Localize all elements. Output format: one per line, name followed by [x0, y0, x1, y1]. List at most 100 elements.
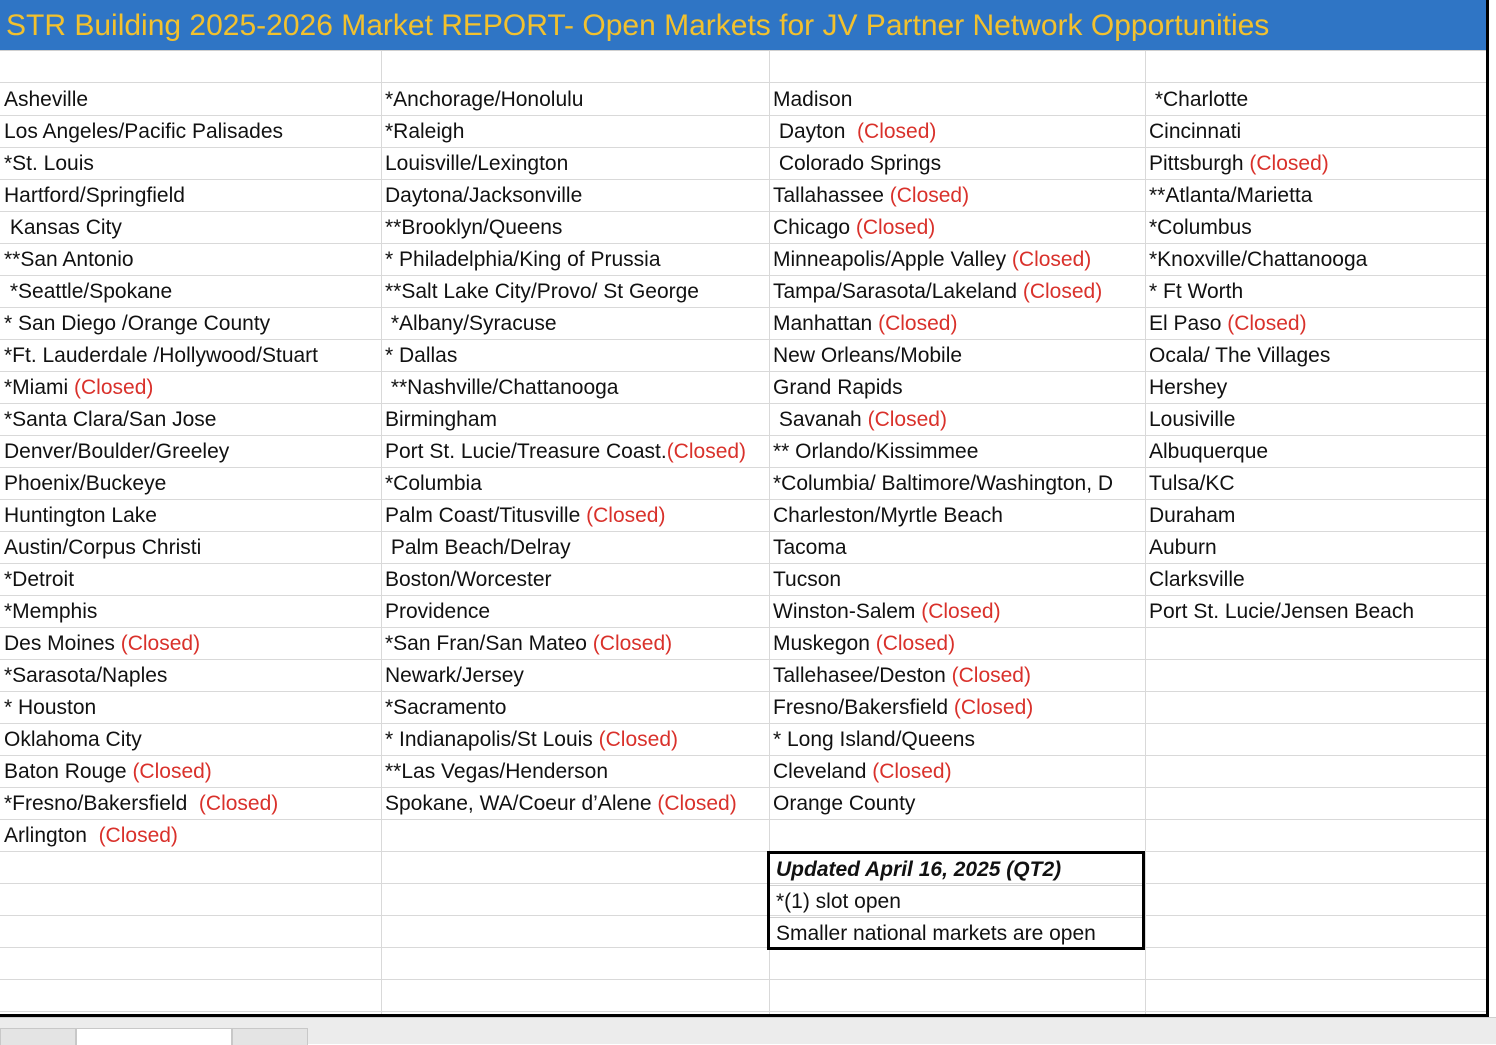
market-cell[interactable]: Boston/Worcester [381, 564, 769, 596]
market-cell[interactable]: *Fresno/Bakersfield (Closed) [0, 788, 381, 820]
market-cell[interactable]: *Columbus [1145, 212, 1486, 244]
market-cell[interactable]: Tucson [769, 564, 1145, 596]
market-cell[interactable]: Ocala/ The Villages [1145, 340, 1486, 372]
market-cell[interactable]: Dayton (Closed) [769, 116, 1145, 148]
market-cell[interactable]: *Raleigh [381, 116, 769, 148]
market-cell[interactable]: Arlington (Closed) [0, 820, 381, 852]
market-cell[interactable]: Baton Rouge (Closed) [0, 756, 381, 788]
market-cell[interactable]: *Sacramento [381, 692, 769, 724]
market-cell[interactable]: * Indianapolis/St Louis (Closed) [381, 724, 769, 756]
market-cell[interactable]: * Long Island/Queens [769, 724, 1145, 756]
grid-line [0, 947, 1486, 948]
market-cell[interactable]: **Las Vegas/Henderson [381, 756, 769, 788]
market-cell[interactable]: Fresno/Bakersfield (Closed) [769, 692, 1145, 724]
market-cell[interactable]: *Knoxville/Chattanooga [1145, 244, 1486, 276]
market-cell[interactable]: Grand Rapids [769, 372, 1145, 404]
sheet-tab[interactable] [0, 1028, 76, 1045]
market-cell[interactable]: **Atlanta/Marietta [1145, 180, 1486, 212]
market-cell[interactable]: Des Moines (Closed) [0, 628, 381, 660]
market-cell[interactable]: Kansas City [0, 212, 381, 244]
market-cell[interactable]: Colorado Springs [769, 148, 1145, 180]
market-cell[interactable]: Charleston/Myrtle Beach [769, 500, 1145, 532]
market-cell[interactable]: Cincinnati [1145, 116, 1486, 148]
market-cell[interactable]: Denver/Boulder/Greeley [0, 436, 381, 468]
market-cell[interactable]: **Salt Lake City/Provo/ St George [381, 276, 769, 308]
market-cell[interactable]: Port St. Lucie/Jensen Beach [1145, 596, 1486, 628]
market-cell[interactable]: Minneapolis/Apple Valley (Closed) [769, 244, 1145, 276]
market-cell[interactable]: * Houston [0, 692, 381, 724]
market-cell[interactable]: *Albany/Syracuse [381, 308, 769, 340]
market-cell[interactable]: **Brooklyn/Queens [381, 212, 769, 244]
market-cell[interactable]: Daytona/Jacksonville [381, 180, 769, 212]
market-name: Albuquerque [1149, 440, 1269, 463]
market-cell[interactable]: Spokane, WA/Coeur d’Alene (Closed) [381, 788, 769, 820]
sheet-tab-active[interactable] [76, 1028, 232, 1045]
updated-date-cell[interactable]: Updated April 16, 2025 (QT2) [770, 854, 1142, 885]
market-cell[interactable]: *Seattle/Spokane [0, 276, 381, 308]
market-cell[interactable]: Hartford/Springfield [0, 180, 381, 212]
market-cell[interactable]: * Philadelphia/King of Prussia [381, 244, 769, 276]
market-cell[interactable]: Asheville [0, 84, 381, 116]
market-cell[interactable]: Chicago (Closed) [769, 212, 1145, 244]
market-cell[interactable]: New Orleans/Mobile [769, 340, 1145, 372]
market-cell[interactable]: *Memphis [0, 596, 381, 628]
market-cell[interactable]: Palm Coast/Titusville (Closed) [381, 500, 769, 532]
market-cell[interactable]: Oklahoma City [0, 724, 381, 756]
market-cell[interactable]: **Nashville/Chattanooga [381, 372, 769, 404]
market-name: Cincinnati [1149, 120, 1242, 143]
spreadsheet-grid[interactable]: Asheville Los Angeles/Pacific Palisades *S… [0, 51, 1486, 1015]
slot-open-cell[interactable]: *(1) slot open [770, 886, 1142, 917]
market-cell[interactable]: Tallahassee (Closed) [769, 180, 1145, 212]
market-cell[interactable]: Pittsburgh (Closed) [1145, 148, 1486, 180]
market-cell[interactable]: Orange County [769, 788, 1145, 820]
market-cell[interactable]: Albuquerque [1145, 436, 1486, 468]
closed-status: (Closed) [855, 216, 936, 239]
market-cell[interactable]: Savanah (Closed) [769, 404, 1145, 436]
market-cell[interactable]: *San Fran/San Mateo (Closed) [381, 628, 769, 660]
market-cell[interactable]: * San Diego /Orange County [0, 308, 381, 340]
market-cell[interactable]: *Miami (Closed) [0, 372, 381, 404]
market-cell[interactable]: *St. Louis [0, 148, 381, 180]
smaller-markets-cell[interactable]: Smaller national markets are open [770, 918, 1142, 949]
market-cell[interactable]: * Dallas [381, 340, 769, 372]
market-cell[interactable]: *Columbia [381, 468, 769, 500]
market-cell[interactable]: Tampa/Sarasota/Lakeland (Closed) [769, 276, 1145, 308]
market-cell[interactable]: Clarksville [1145, 564, 1486, 596]
market-cell[interactable]: Phoenix/Buckeye [0, 468, 381, 500]
market-cell[interactable]: ** Orlando/Kissimmee [769, 436, 1145, 468]
market-cell[interactable]: *Santa Clara/San Jose [0, 404, 381, 436]
market-cell[interactable]: Los Angeles/Pacific Palisades [0, 116, 381, 148]
market-cell[interactable]: Austin/Corpus Christi [0, 532, 381, 564]
market-cell[interactable]: Auburn [1145, 532, 1486, 564]
market-cell[interactable]: Huntington Lake [0, 500, 381, 532]
market-name: *Detroit [4, 568, 75, 591]
market-cell[interactable]: El Paso (Closed) [1145, 308, 1486, 340]
market-cell[interactable]: Tacoma [769, 532, 1145, 564]
market-cell[interactable]: *Anchorage/Honolulu [381, 84, 769, 116]
market-cell[interactable]: Muskegon (Closed) [769, 628, 1145, 660]
market-name: Tulsa/KC [1149, 472, 1235, 495]
market-cell[interactable]: Port St. Lucie/Treasure Coast.(Closed) [381, 436, 769, 468]
market-cell[interactable]: Madison [769, 84, 1145, 116]
market-cell[interactable]: *Detroit [0, 564, 381, 596]
market-cell[interactable]: Providence [381, 596, 769, 628]
market-cell[interactable]: *Charlotte [1145, 84, 1486, 116]
market-cell[interactable]: *Columbia/ Baltimore/Washington, D [769, 468, 1145, 500]
market-cell[interactable]: * Ft Worth [1145, 276, 1486, 308]
market-cell[interactable]: Hershey [1145, 372, 1486, 404]
market-cell[interactable]: Birmingham [381, 404, 769, 436]
market-cell[interactable]: Palm Beach/Delray [381, 532, 769, 564]
market-cell[interactable]: Cleveland (Closed) [769, 756, 1145, 788]
market-cell[interactable]: *Ft. Lauderdale /Hollywood/Stuart [0, 340, 381, 372]
add-sheet-tab[interactable] [232, 1028, 308, 1045]
market-cell[interactable]: Lousiville [1145, 404, 1486, 436]
market-cell[interactable]: Duraham [1145, 500, 1486, 532]
market-cell[interactable]: Manhattan (Closed) [769, 308, 1145, 340]
market-cell[interactable]: Tulsa/KC [1145, 468, 1486, 500]
market-cell[interactable]: Winston-Salem (Closed) [769, 596, 1145, 628]
market-cell[interactable]: Tallehasee/Deston (Closed) [769, 660, 1145, 692]
market-cell[interactable]: Louisville/Lexington [381, 148, 769, 180]
market-cell[interactable]: *Sarasota/Naples [0, 660, 381, 692]
market-cell[interactable]: **San Antonio [0, 244, 381, 276]
market-cell[interactable]: Newark/Jersey [381, 660, 769, 692]
